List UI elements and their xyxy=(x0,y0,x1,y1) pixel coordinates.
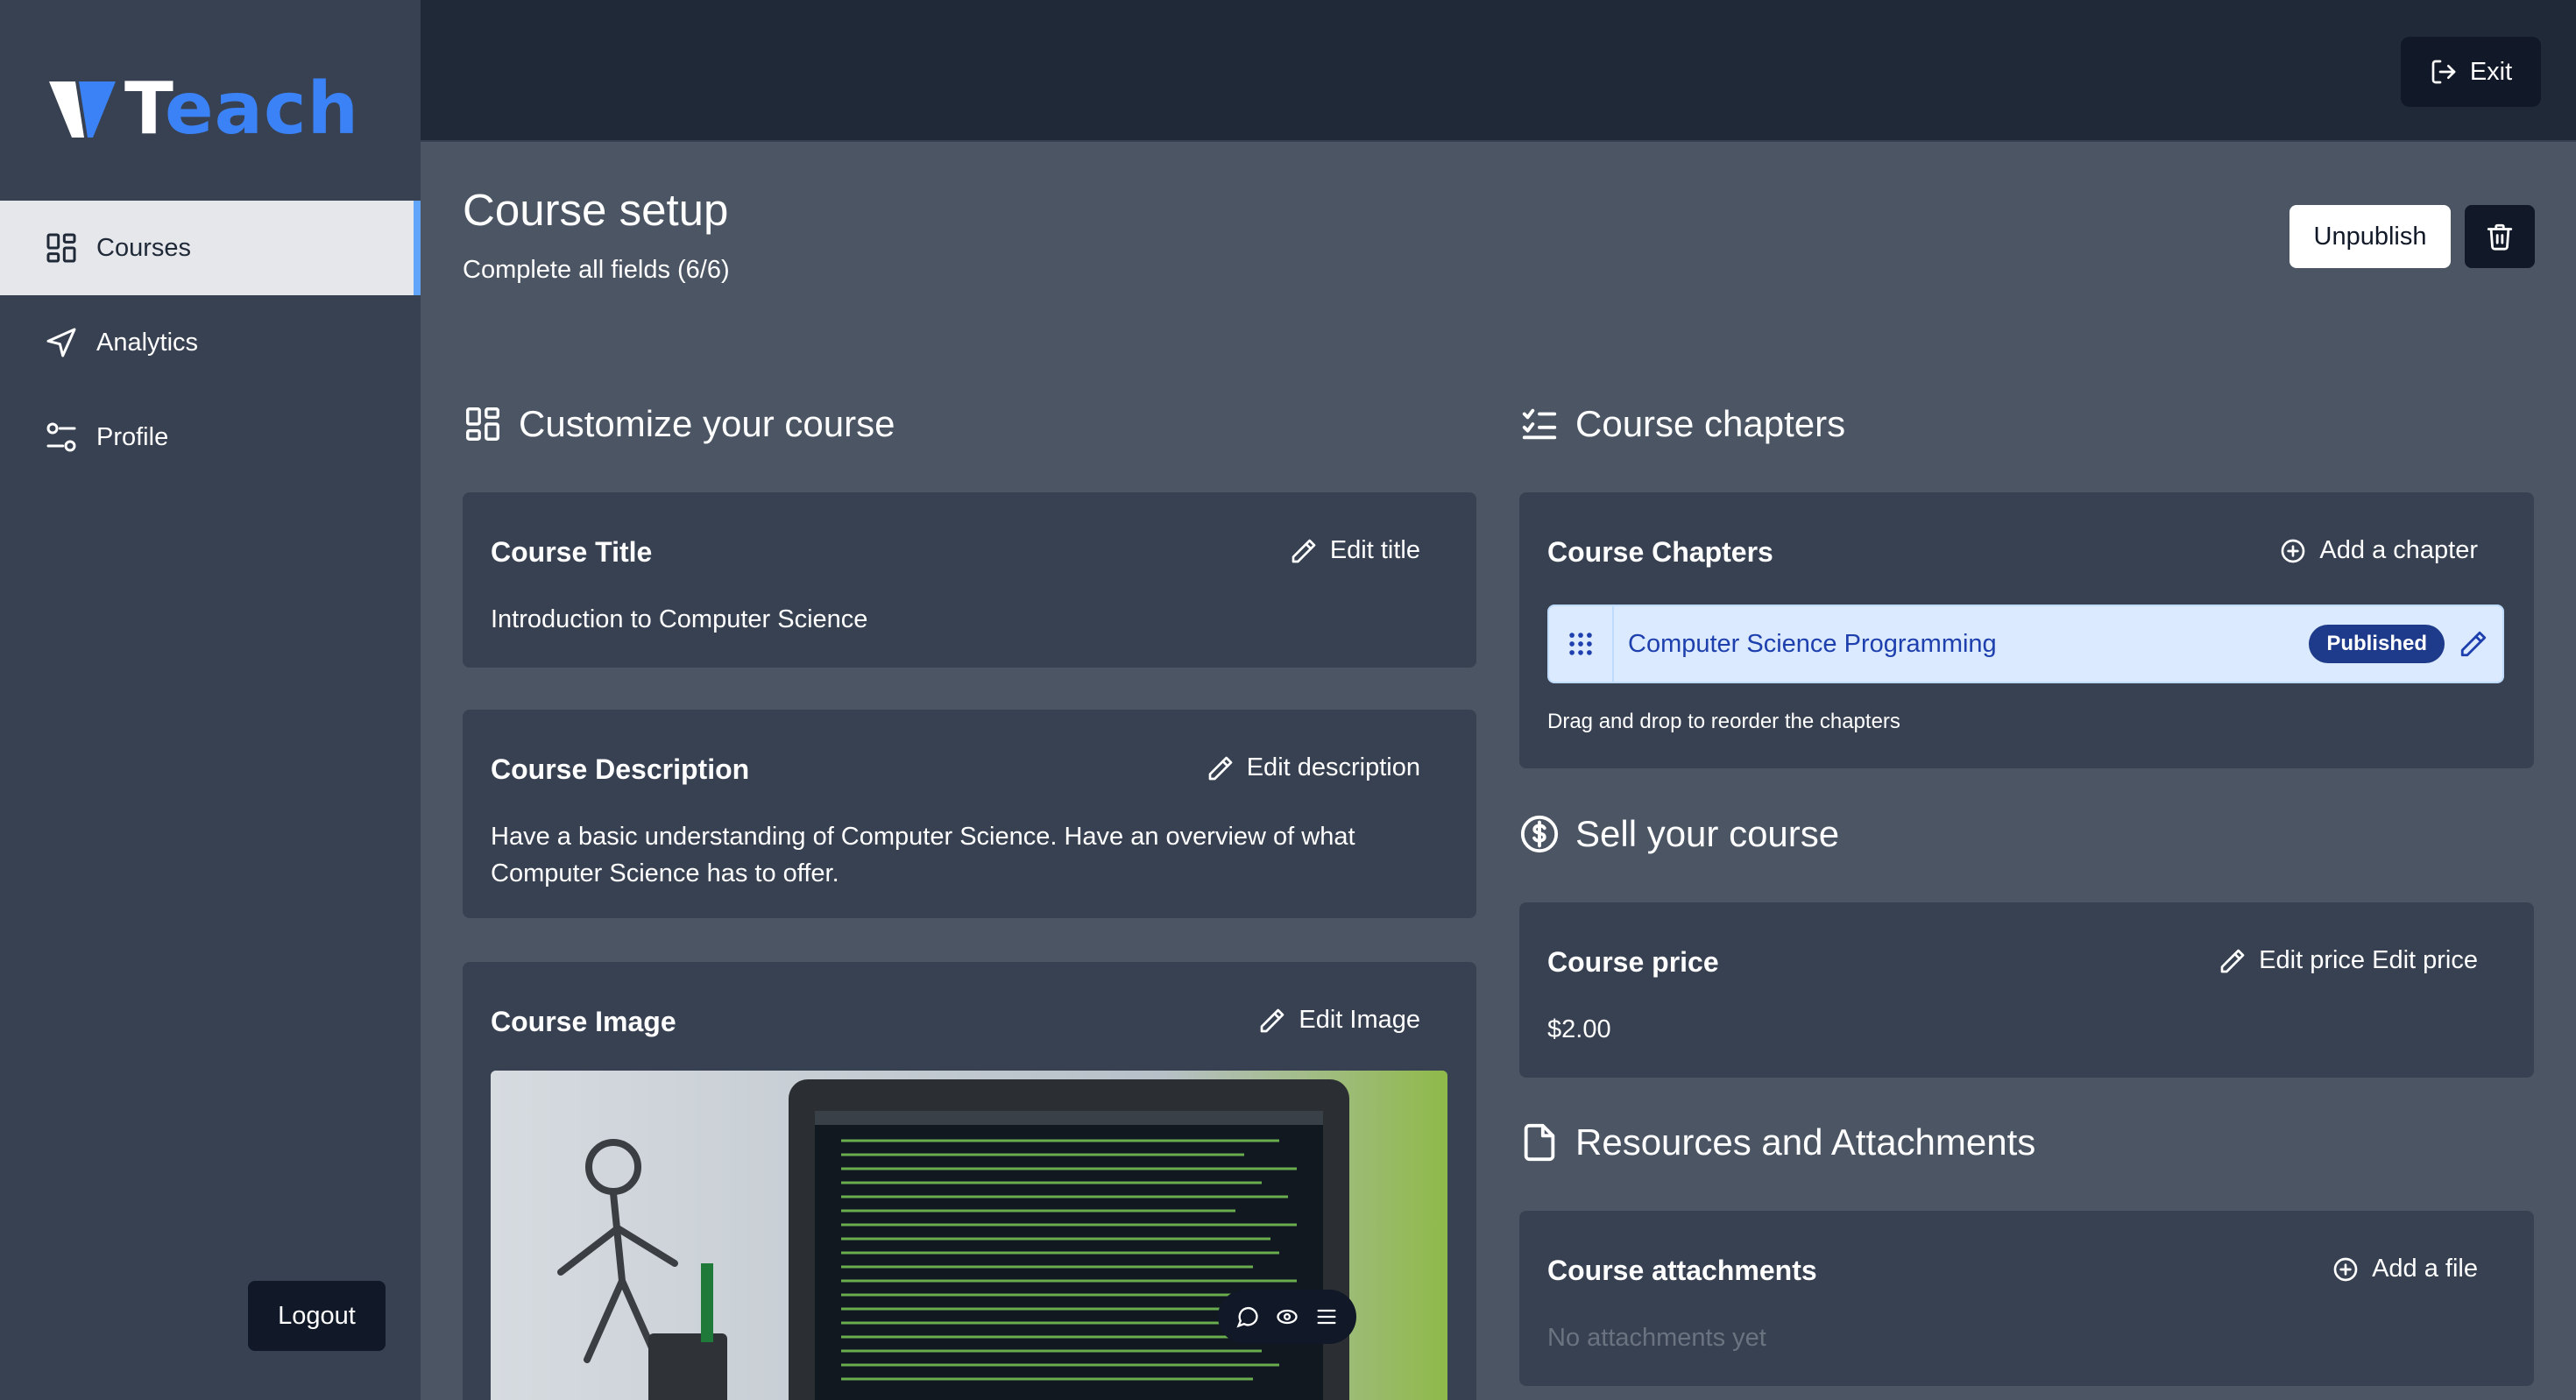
course-title-value: Introduction to Computer Science xyxy=(491,605,868,633)
sidebar: Teach Courses Analytics Profile Logout xyxy=(0,0,421,1400)
comment-icon[interactable] xyxy=(1235,1305,1260,1329)
chapter-title: Computer Science Programming xyxy=(1628,629,1997,658)
course-description-label: Course Description xyxy=(491,753,750,785)
plus-circle-icon xyxy=(2282,539,2305,562)
layout-grid-icon xyxy=(466,407,499,441)
image-toolbar xyxy=(1218,1290,1356,1344)
edit-title-button[interactable]: Edit title xyxy=(1290,536,1420,565)
brand-name: Teach xyxy=(124,67,359,151)
course-title-label: Course Title xyxy=(491,536,653,568)
send-icon xyxy=(44,325,79,360)
logout-button[interactable]: Logout xyxy=(248,1281,386,1351)
sidebar-item-profile[interactable]: Profile xyxy=(0,390,421,484)
plus-circle-icon xyxy=(2333,1257,2358,1281)
log-out-icon xyxy=(2431,60,2456,84)
trash-icon xyxy=(2487,223,2513,251)
course-description-value: Have a basic understanding of Computer S… xyxy=(491,823,1355,887)
top-bar: Exit xyxy=(421,0,2576,142)
sidebar-item-label: Analytics xyxy=(96,328,199,357)
sidebar-item-label: Profile xyxy=(96,422,169,451)
course-price-card: Course price Edit price Edit price $2.00 xyxy=(1519,902,2534,1078)
course-price-label: Course price xyxy=(1547,946,1719,978)
course-attachments-label: Course attachments xyxy=(1547,1255,1817,1286)
drag-handle[interactable] xyxy=(1549,606,1614,682)
course-image-illustration xyxy=(491,1071,1447,1400)
sidebar-item-label: Courses xyxy=(96,233,191,262)
sidebar-item-courses[interactable]: Courses xyxy=(0,201,421,295)
dollar-circle-icon xyxy=(1520,815,1559,853)
add-chapter-button[interactable]: Add a chapter xyxy=(2279,536,2478,565)
sidebar-item-analytics[interactable]: Analytics xyxy=(0,295,421,390)
course-image xyxy=(491,1071,1447,1400)
no-attachments-text: No attachments yet xyxy=(1547,1324,1766,1352)
pencil-icon xyxy=(1261,1008,1284,1032)
brand-logo[interactable]: Teach xyxy=(49,70,359,149)
resources-heading: Resources and Attachments xyxy=(1519,1121,2035,1163)
delete-course-button[interactable] xyxy=(2465,205,2535,268)
chapters-heading: Course chapters xyxy=(1519,403,1845,445)
edit-price-button[interactable]: Edit price Edit price xyxy=(2219,946,2478,975)
logo-mark-icon xyxy=(49,81,116,138)
course-description-card: Course Description Edit description Have… xyxy=(463,710,1476,918)
course-image-label: Course Image xyxy=(491,1006,676,1037)
course-chapters-label: Course Chapters xyxy=(1547,536,1773,568)
customize-heading: Customize your course xyxy=(463,403,895,445)
course-title-card: Course Title Edit title Introduction to … xyxy=(463,492,1476,668)
course-chapters-card: Course Chapters Add a chapter Computer S… xyxy=(1519,492,2534,768)
course-attachments-card: Course attachments Add a file No attachm… xyxy=(1519,1211,2534,1386)
file-icon xyxy=(1524,1123,1555,1162)
menu-icon[interactable] xyxy=(1314,1305,1339,1329)
exit-button[interactable]: Exit xyxy=(2401,37,2541,107)
pencil-icon xyxy=(1208,756,1233,780)
eye-icon[interactable] xyxy=(1275,1305,1299,1329)
completion-status: Complete all fields (6/6) xyxy=(463,256,730,284)
course-price-value: $2.00 xyxy=(1547,1015,1611,1043)
pencil-icon[interactable] xyxy=(2459,629,2488,659)
add-file-button[interactable]: Add a file xyxy=(2332,1255,2478,1283)
unpublish-button[interactable]: Unpublish xyxy=(2289,205,2451,268)
pencil-icon xyxy=(1292,539,1316,562)
list-checks-icon xyxy=(1522,408,1557,440)
page-title: Course setup xyxy=(463,185,729,235)
grip-icon xyxy=(1569,633,1592,655)
status-badge: Published xyxy=(2309,625,2445,663)
pencil-icon xyxy=(2220,949,2245,972)
reorder-hint: Drag and drop to reorder the chapters xyxy=(1547,710,1900,733)
sliders-icon xyxy=(44,420,79,455)
edit-description-button[interactable]: Edit description xyxy=(1207,753,1420,782)
exit-label: Exit xyxy=(2469,57,2513,86)
layout-grid-icon xyxy=(44,230,79,265)
chapter-row[interactable]: Computer Science Programming Published xyxy=(1547,605,2504,683)
edit-image-button[interactable]: Edit Image xyxy=(1258,1006,1420,1035)
sell-heading: Sell your course xyxy=(1519,813,1839,855)
